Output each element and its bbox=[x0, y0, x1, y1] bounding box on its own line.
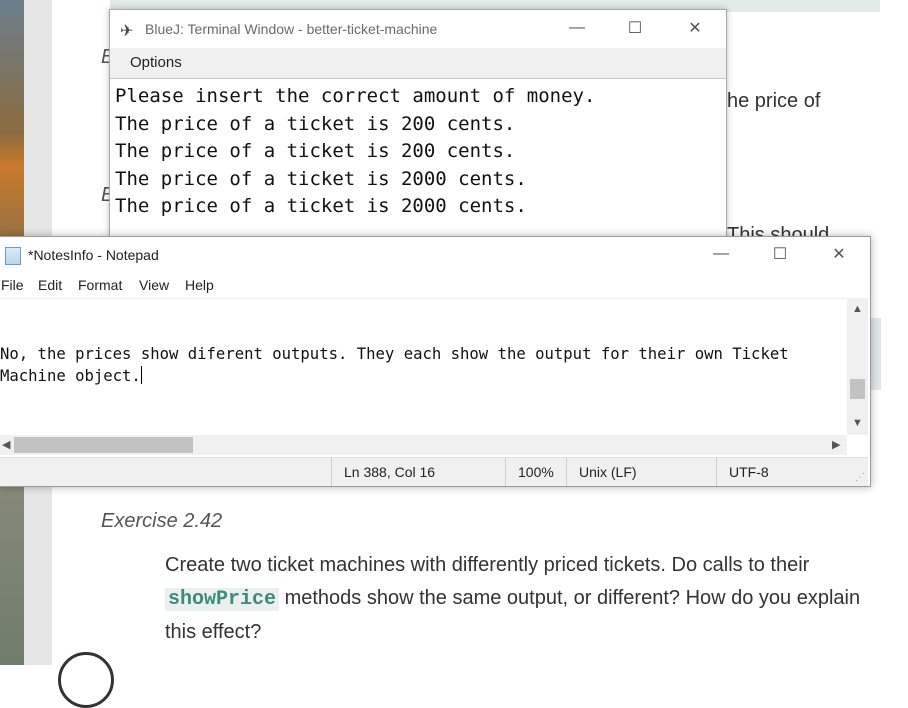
circle-shape bbox=[58, 652, 114, 708]
exercise-text: Create two ticket machines with differen… bbox=[165, 554, 810, 576]
output-line: The price of a ticket is 200 cents. bbox=[115, 140, 516, 162]
menu-view[interactable]: View bbox=[139, 277, 169, 293]
background-fragment: he price of bbox=[727, 90, 821, 112]
output-line: The price of a ticket is 200 cents. bbox=[115, 112, 516, 135]
menu-file[interactable]: File bbox=[1, 277, 24, 293]
scrollbar-thumb[interactable] bbox=[850, 379, 865, 399]
scroll-down-icon[interactable]: ▼ bbox=[852, 417, 863, 429]
menu-bar: Options bbox=[110, 48, 726, 79]
maximize-button[interactable]: ☐ bbox=[620, 18, 650, 38]
output-line: The price of a ticket is 2000 cents. bbox=[115, 167, 527, 190]
status-position: Ln 388, Col 16 bbox=[331, 458, 505, 486]
menu-edit[interactable]: Edit bbox=[38, 277, 62, 293]
menu-format[interactable]: Format bbox=[78, 277, 122, 293]
terminal-output: Please insert the correct amount of mone… bbox=[110, 79, 726, 221]
code-inline: showPrice bbox=[165, 588, 280, 611]
output-line: The price of a ticket is 2000 cents. bbox=[115, 195, 527, 217]
exercise-heading: Exercise 2.42 bbox=[101, 510, 223, 532]
background-fragment: This should bbox=[727, 224, 830, 236]
text-editor[interactable]: No, the prices show diferent outputs. Th… bbox=[0, 343, 789, 387]
minimize-button[interactable]: — bbox=[706, 245, 736, 263]
notepad-icon bbox=[5, 247, 21, 265]
menu-options[interactable]: Options bbox=[130, 54, 182, 71]
window-title: *NotesInfo - Notepad bbox=[28, 247, 159, 263]
status-line-ending: Unix (LF) bbox=[566, 458, 716, 486]
bluej-bird-icon: ✈ bbox=[120, 23, 134, 40]
maximize-button[interactable]: ☐ bbox=[765, 244, 795, 264]
status-encoding: UTF-8 bbox=[716, 458, 846, 486]
minimize-button[interactable]: — bbox=[562, 19, 592, 37]
text-line: No, the prices show diferent outputs. Th… bbox=[0, 345, 789, 363]
title-bar[interactable]: *NotesInfo - Notepad — ☐ ✕ bbox=[0, 237, 870, 274]
vertical-scrollbar[interactable]: ▲ ▼ bbox=[847, 299, 868, 435]
scroll-up-icon[interactable]: ▲ bbox=[852, 303, 863, 315]
horizontal-scrollbar[interactable]: ◀ ▶ bbox=[0, 435, 847, 455]
bluej-terminal-window: ✈ BlueJ: Terminal Window - better-ticket… bbox=[109, 9, 727, 247]
close-button[interactable]: ✕ bbox=[680, 18, 710, 38]
resize-grip-icon[interactable]: ⋰ bbox=[855, 472, 865, 483]
scroll-right-icon[interactable]: ▶ bbox=[832, 438, 840, 451]
scrollbar-thumb[interactable] bbox=[14, 437, 193, 453]
text-caret bbox=[140, 366, 142, 384]
status-bar: Ln 388, Col 16 100% Unix (LF) UTF-8 ⋰ bbox=[0, 457, 868, 486]
title-bar[interactable]: ✈ BlueJ: Terminal Window - better-ticket… bbox=[110, 10, 726, 48]
status-zoom: 100% bbox=[505, 458, 566, 486]
exercise-body: Create two ticket machines with differen… bbox=[165, 549, 865, 649]
text-line: Machine object. bbox=[0, 367, 141, 385]
menu-help[interactable]: Help bbox=[185, 277, 214, 293]
close-button[interactable]: ✕ bbox=[824, 244, 854, 264]
output-line: Please insert the correct amount of mone… bbox=[115, 85, 596, 107]
menu-bar: File Edit Format View Help bbox=[0, 274, 870, 299]
window-title: BlueJ: Terminal Window - better-ticket-m… bbox=[145, 21, 438, 37]
notepad-window: *NotesInfo - Notepad — ☐ ✕ File Edit For… bbox=[0, 236, 871, 487]
scroll-left-icon[interactable]: ◀ bbox=[2, 438, 10, 451]
